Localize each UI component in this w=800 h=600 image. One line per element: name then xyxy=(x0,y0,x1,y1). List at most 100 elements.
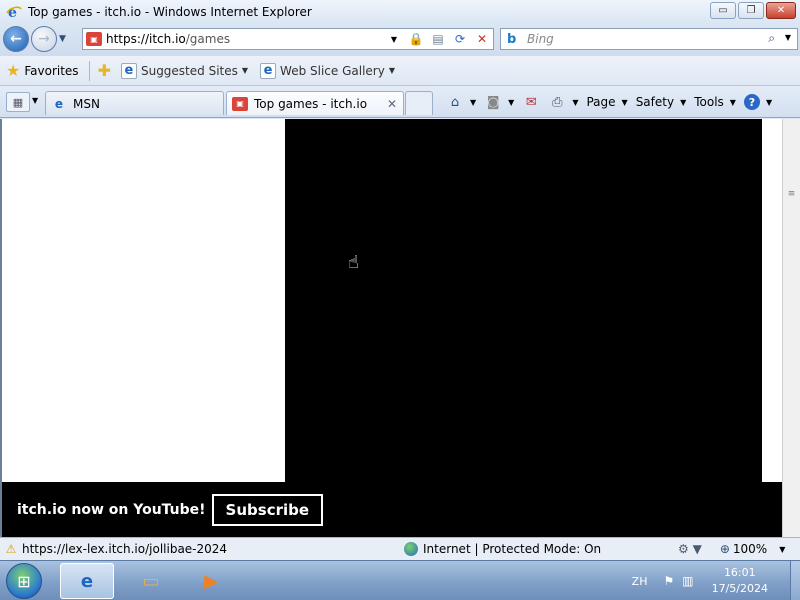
chevron-down-icon[interactable]: ▼ xyxy=(572,98,578,107)
help-menu[interactable]: ? ▼ xyxy=(743,94,773,110)
favorites-star-icon: ★ xyxy=(6,61,21,80)
close-button[interactable]: ✕ xyxy=(766,2,796,19)
compatibility-view-icon[interactable]: ▤ xyxy=(429,30,447,48)
taskbar-internet-explorer[interactable]: e xyxy=(60,563,114,599)
favorites-button[interactable]: ★ Favorites xyxy=(6,61,79,80)
tab-row: ▦ ▼ e MSN ▣ Top games - itch.io ✕ ⌂ ▼ ◙ ▼ … xyxy=(0,86,800,118)
action-center-icon[interactable]: ⚑ xyxy=(663,574,674,588)
search-box[interactable]: b Bing ⌕ ▼ xyxy=(500,28,798,50)
system-tray: ZH ⚑ ▥ 16:01 17/5/2024 xyxy=(632,561,800,600)
zoom-control[interactable]: ⊕ 100% ▼ xyxy=(720,542,786,556)
game-embed-area[interactable] xyxy=(285,119,762,483)
read-mail-button[interactable]: ✉ xyxy=(522,94,540,110)
search-placeholder[interactable]: Bing xyxy=(527,32,554,46)
back-arrow-icon: ← xyxy=(10,31,22,47)
mail-icon: ✉ xyxy=(525,94,537,110)
web-slice-gallery-link[interactable]: e Web Slice Gallery ▼ xyxy=(260,62,395,79)
ie-page-icon: e xyxy=(120,62,137,79)
warning-icon: ⚠ xyxy=(5,542,17,556)
stop-icon[interactable]: ✕ xyxy=(473,30,491,48)
search-icon[interactable]: ⌕ xyxy=(768,31,775,46)
internet-explorer-icon: e xyxy=(80,570,94,592)
chevron-down-icon: ▼ xyxy=(779,544,786,554)
search-options-dropdown[interactable]: ▼ xyxy=(785,33,791,42)
clock-time: 16:01 xyxy=(723,566,756,579)
scroll-thumb[interactable]: ≡ xyxy=(785,189,798,203)
forward-arrow-icon: → xyxy=(38,31,50,47)
subscribe-button[interactable]: Subscribe xyxy=(211,493,324,526)
forward-button[interactable]: → xyxy=(31,26,57,52)
taskbar: ⊞ e ▭ ▶ ZH ⚑ ▥ 16:01 17/5/2024 xyxy=(0,560,800,600)
help-icon: ? xyxy=(743,94,760,110)
divider xyxy=(88,60,90,81)
window-title: Top games - itch.io - Windows Internet E… xyxy=(28,5,312,19)
tab-list-dropdown[interactable]: ▼ xyxy=(32,96,38,105)
add-to-favorites-bar-icon[interactable]: ✚ xyxy=(98,61,111,80)
page-content: itch.io now on YouTube! Subscribe xyxy=(0,119,783,537)
quick-tabs-icon: ▦ xyxy=(12,95,24,109)
clock[interactable]: 16:01 17/5/2024 xyxy=(712,565,768,597)
popup-blocker-icon[interactable]: ⚙ ▼ xyxy=(678,542,702,556)
show-desktop-button[interactable] xyxy=(790,561,800,600)
address-row: ← → ▼ ▣ https://itch.io/games ▼ 🔒 ▤ ⟳ ✕ … xyxy=(0,24,800,56)
refresh-icon[interactable]: ⟳ xyxy=(451,30,469,48)
chevron-down-icon: ▼ xyxy=(680,97,687,107)
print-button[interactable]: ⎙ ▼ xyxy=(548,94,578,110)
youtube-banner: itch.io now on YouTube! Subscribe xyxy=(2,482,783,537)
internet-explorer-icon: e xyxy=(6,4,22,21)
safety-menu[interactable]: Safety ▼ xyxy=(636,95,687,109)
itchio-favicon: ▣ xyxy=(232,96,248,111)
command-bar: ⌂ ▼ ◙ ▼ ✉ ⎙ ▼ Page ▼ Safety ▼ Tools ▼ ? ▼ xyxy=(446,92,780,112)
vertical-scrollbar[interactable]: ≡ xyxy=(782,119,800,537)
home-button[interactable]: ⌂ ▼ xyxy=(446,94,476,110)
status-url: https://lex-lex.itch.io/jollibae-2024 xyxy=(22,542,228,556)
start-button[interactable]: ⊞ xyxy=(6,563,42,599)
address-dropdown-icon[interactable]: ▼ xyxy=(385,30,403,48)
chevron-down-icon[interactable]: ▼ xyxy=(470,98,476,107)
chevron-down-icon: ▼ xyxy=(765,97,773,107)
status-bar: ⚠ https://lex-lex.itch.io/jollibae-2024 … xyxy=(0,537,800,560)
banner-text: itch.io now on YouTube! xyxy=(17,501,206,518)
chevron-down-icon[interactable]: ▼ xyxy=(508,98,514,107)
windows-logo-icon: ⊞ xyxy=(17,571,31,591)
chevron-down-icon: ▼ xyxy=(241,66,249,75)
home-icon: ⌂ xyxy=(450,94,460,110)
page-menu[interactable]: Page ▼ xyxy=(586,95,627,109)
language-indicator[interactable]: ZH xyxy=(632,575,648,588)
taskbar-media-player[interactable]: ▶ xyxy=(184,563,238,599)
network-disconnected-icon[interactable]: ▥ xyxy=(682,574,693,588)
tools-menu[interactable]: Tools ▼ xyxy=(694,95,736,109)
bing-logo-icon: b xyxy=(507,31,517,47)
ie-page-icon: e xyxy=(54,96,64,111)
back-button[interactable]: ← xyxy=(3,26,29,52)
clock-date: 17/5/2024 xyxy=(711,582,768,595)
feeds-button[interactable]: ◙ ▼ xyxy=(484,94,514,110)
close-tab-icon[interactable]: ✕ xyxy=(387,97,397,111)
maximize-button[interactable]: ❐ xyxy=(738,2,764,19)
printer-icon: ⎙ xyxy=(552,94,563,110)
security-zone[interactable]: Internet | Protected Mode: On xyxy=(404,542,664,556)
chevron-down-icon: ▼ xyxy=(621,97,628,107)
recent-pages-dropdown[interactable]: ▼ xyxy=(59,34,66,44)
ie-page-icon: e xyxy=(260,62,277,79)
minimize-button[interactable]: ▭ xyxy=(710,2,736,19)
hand-cursor-icon: ☝ xyxy=(348,252,359,273)
title-bar: e Top games - itch.io - Windows Internet… xyxy=(0,0,800,24)
internet-globe-icon xyxy=(404,542,418,556)
tab-msn[interactable]: e MSN xyxy=(45,91,224,115)
media-player-icon: ▶ xyxy=(204,570,218,592)
folder-icon: ▭ xyxy=(142,570,160,592)
address-bar[interactable]: ▣ https://itch.io/games ▼ 🔒 ▤ ⟳ ✕ xyxy=(82,28,494,50)
tab-top-games[interactable]: ▣ Top games - itch.io ✕ xyxy=(226,91,404,115)
window-controls: ▭ ❐ ✕ xyxy=(710,2,796,19)
lock-icon[interactable]: 🔒 xyxy=(407,30,425,48)
zoom-icon: ⊕ xyxy=(719,542,730,556)
address-url[interactable]: https://itch.io/games xyxy=(106,32,230,46)
chevron-down-icon: ▼ xyxy=(729,97,736,107)
new-tab-button[interactable] xyxy=(405,91,433,115)
taskbar-file-explorer[interactable]: ▭ xyxy=(124,563,178,599)
quick-tabs-button[interactable]: ▦ xyxy=(6,92,30,112)
favorites-bar: ★ Favorites ✚ e Suggested Sites ▼ e Web … xyxy=(0,56,800,86)
rss-feed-icon: ◙ xyxy=(486,94,500,110)
suggested-sites-link[interactable]: e Suggested Sites ▼ xyxy=(120,62,249,79)
